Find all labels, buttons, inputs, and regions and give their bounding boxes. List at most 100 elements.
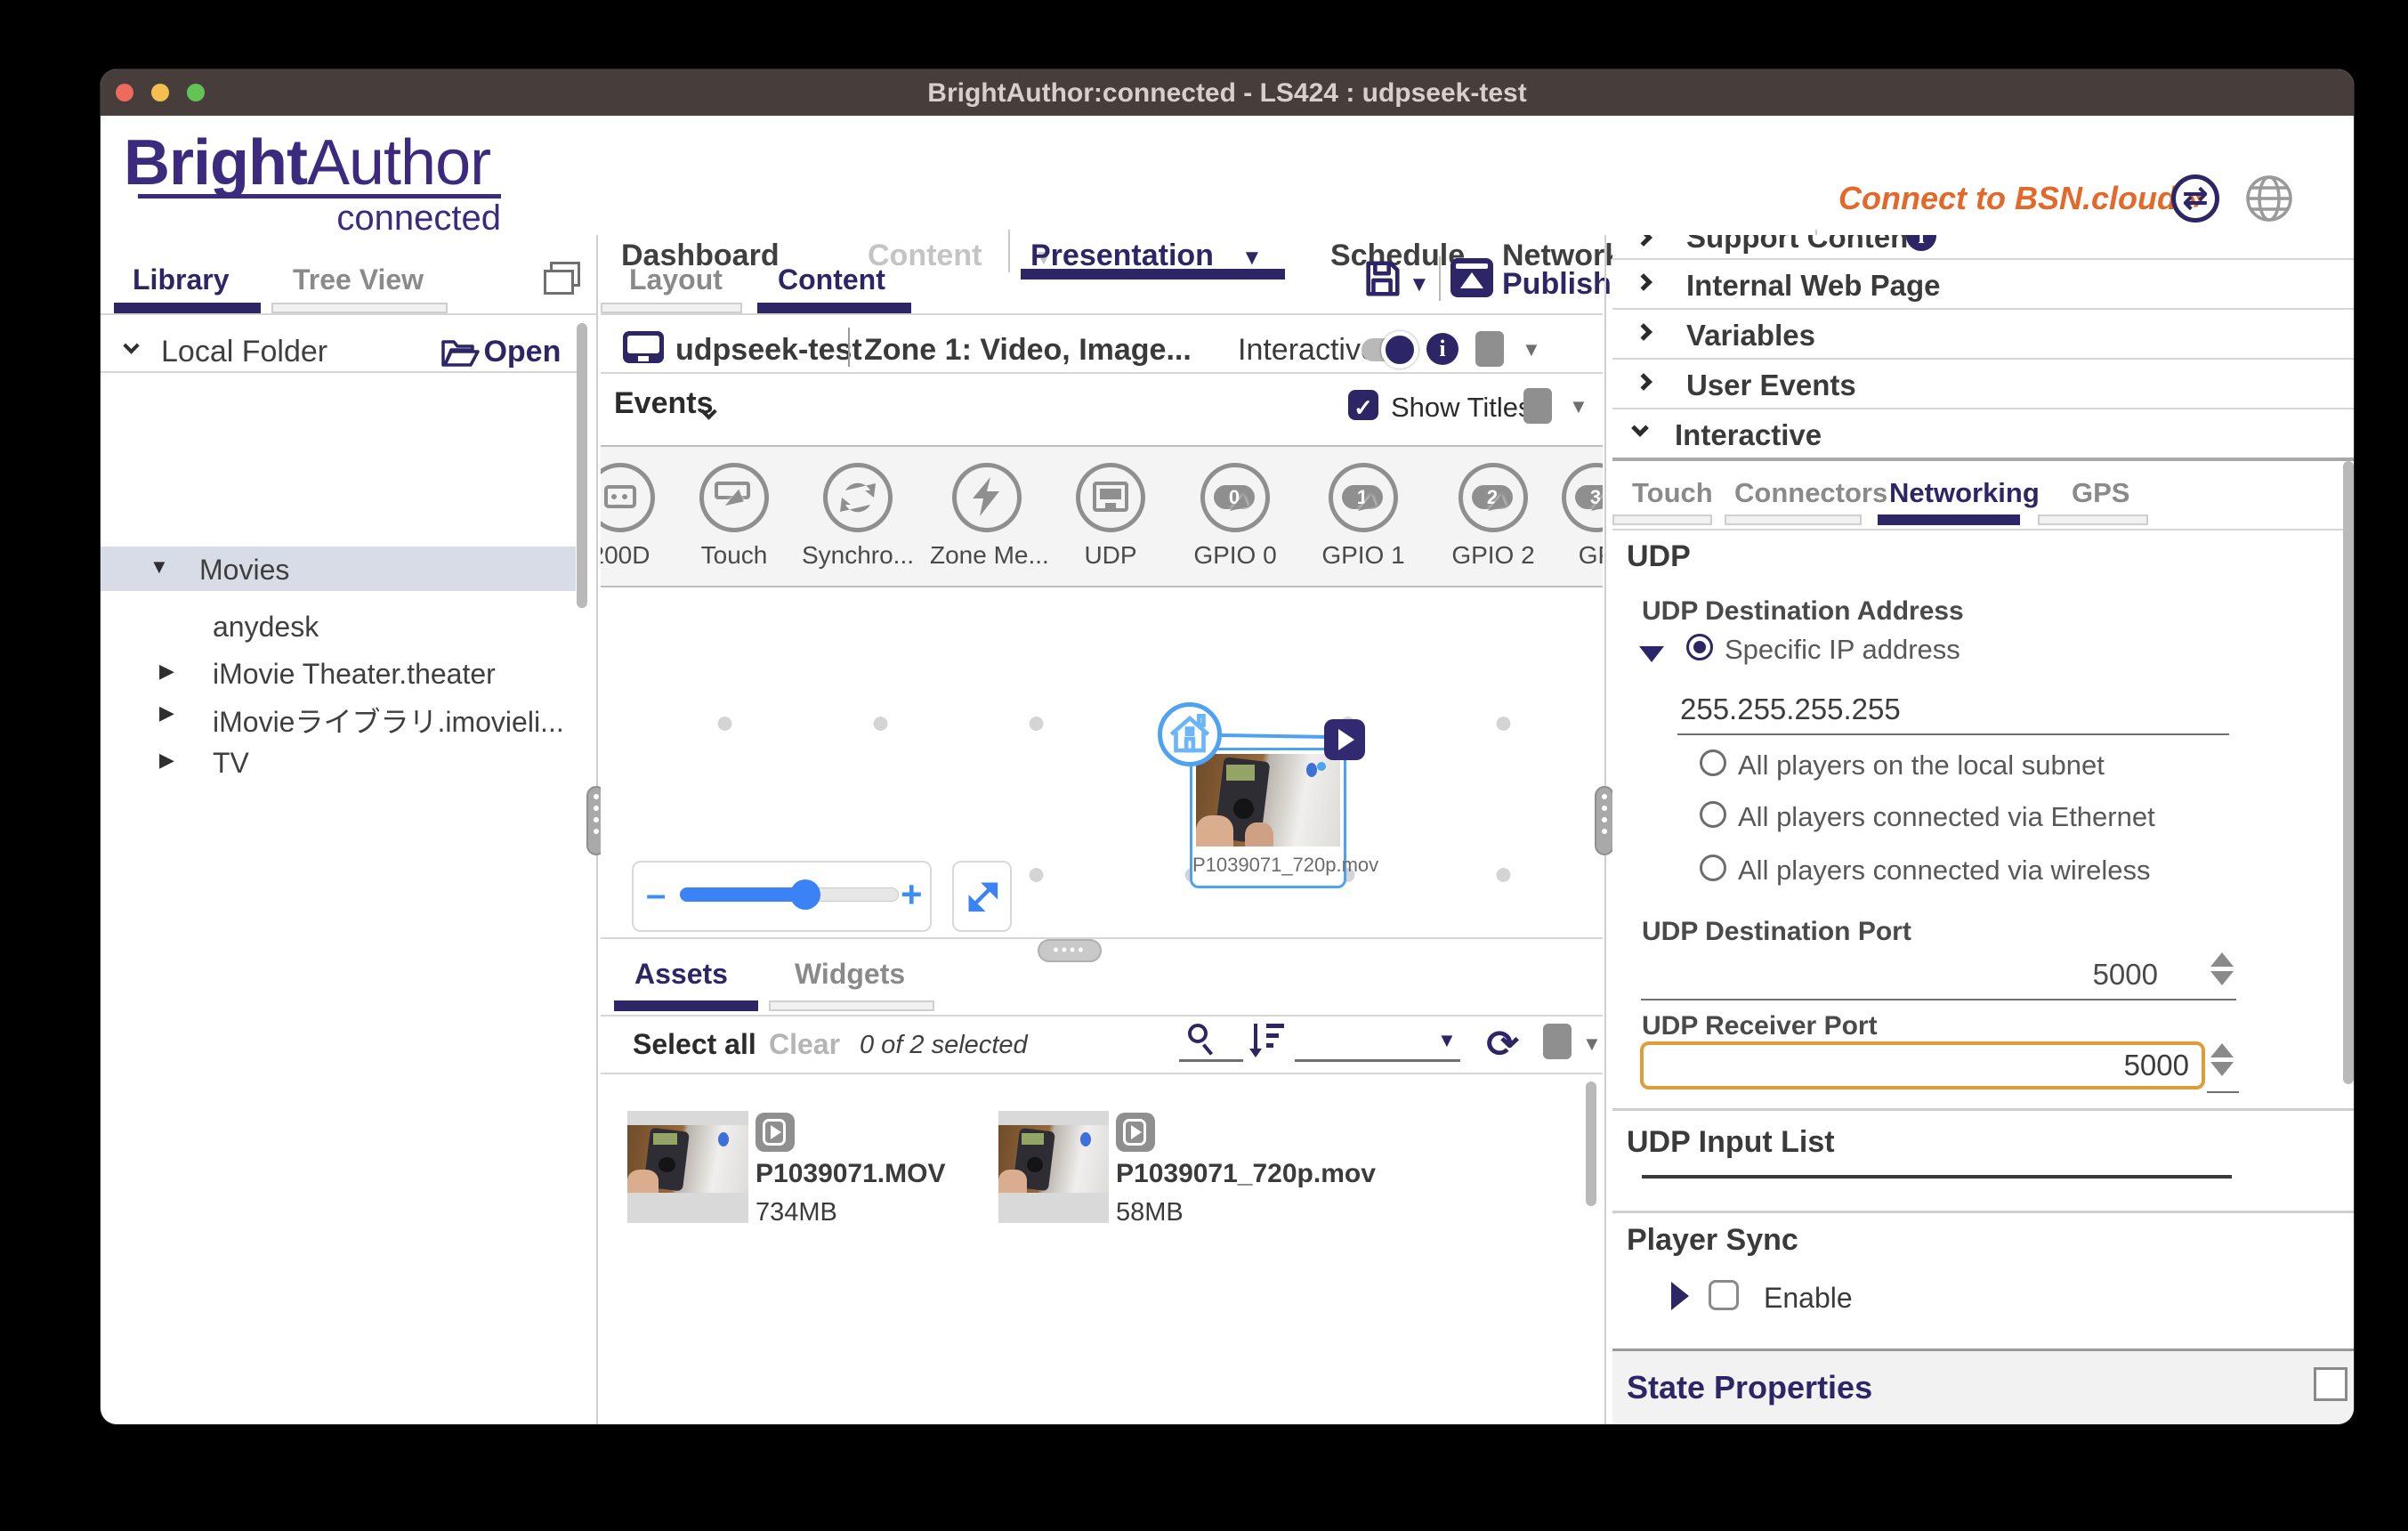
assets-caret-icon[interactable]: ▼ (1582, 1033, 1602, 1056)
asset-thumbnail[interactable] (998, 1111, 1109, 1223)
receiver-port-input[interactable] (1640, 1041, 2205, 1090)
events-color-swatch[interactable] (1523, 388, 1552, 424)
address-collapse-icon[interactable] (1639, 646, 1664, 662)
specific-ip-radio[interactable] (1686, 634, 1713, 660)
home-state-icon[interactable] (1158, 702, 1222, 766)
udp-input-list-field[interactable] (1642, 1175, 2232, 1179)
state-properties-bar[interactable]: State Properties (1612, 1349, 2354, 1424)
events-strip: 200D Touch Synchro... Zone Me... (601, 445, 1603, 587)
tab-assets[interactable]: Assets (634, 958, 728, 991)
video-node-label: P1039071_720p.mov (1192, 854, 1344, 877)
wireless-radio[interactable] (1700, 855, 1726, 881)
event-bp200d[interactable]: 200D (601, 463, 677, 570)
tab-tree-view[interactable]: Tree View (293, 263, 424, 296)
tab-layout[interactable]: Layout (629, 263, 723, 296)
event-zone-message[interactable]: Zone Me... (930, 463, 1044, 570)
ip-address-input[interactable]: 255.255.255.255 (1680, 693, 1901, 726)
presentation-name: udpseek-test (675, 333, 862, 368)
event-gpio2[interactable]: 2 GPIO 2 (1436, 463, 1550, 570)
tab-connectors[interactable]: Connectors (1734, 477, 1887, 509)
enable-checkbox[interactable] (1709, 1280, 1739, 1310)
globe-icon[interactable] (2245, 174, 2293, 223)
tab-content[interactable]: Content (778, 263, 885, 296)
assets-color-swatch[interactable] (1543, 1024, 1572, 1059)
section-user-events[interactable]: User Events (1612, 358, 2354, 408)
section-interactive[interactable]: Interactive (1612, 408, 2354, 458)
publish-button[interactable]: Publish (1502, 267, 1612, 302)
info-icon[interactable]: i (1426, 333, 1459, 365)
tree-expand-icon[interactable]: ▶ (159, 660, 174, 683)
tree-row-tv[interactable]: ▶ TV (101, 747, 576, 786)
section-internal-web-page[interactable]: Internal Web Page (1612, 258, 2354, 308)
tree-expand-icon[interactable]: ▼ (149, 555, 169, 579)
event-label: UDP (1054, 541, 1168, 570)
tree-expand-icon[interactable]: ▶ (159, 701, 174, 725)
event-gpio3[interactable]: 3 GP (1539, 463, 1603, 570)
local-subnet-radio[interactable] (1700, 749, 1726, 776)
assets-resize-handle[interactable]: •••• (1038, 939, 1102, 962)
save-button[interactable] (1362, 258, 1402, 304)
events-caret-icon[interactable]: ▼ (1569, 395, 1588, 418)
open-folder-icon (440, 336, 480, 369)
zoom-in-button[interactable]: + (901, 873, 923, 916)
event-gpio1[interactable]: 1 GPIO 1 (1306, 463, 1420, 570)
zone-label: Zone 1: Video, Image... (864, 333, 1192, 368)
connect-bsn-link[interactable]: Connect to BSN.cloud » (1838, 180, 2203, 217)
title-divider (848, 328, 850, 367)
udp-heading: UDP (1627, 539, 1691, 574)
show-titles-checkbox[interactable]: ✓ (1348, 390, 1378, 420)
section-support-content[interactable]: Support Content i (1612, 235, 2354, 260)
zoom-out-button[interactable]: – (646, 875, 666, 915)
tab-widgets[interactable]: Widgets (795, 958, 905, 991)
zoom-slider-knob[interactable] (790, 879, 820, 910)
zone-color-swatch[interactable] (1475, 331, 1504, 367)
tab-touch[interactable]: Touch (1632, 477, 1713, 509)
publish-icon[interactable] (1450, 258, 1493, 297)
state-properties-popout-icon[interactable] (2314, 1367, 2347, 1401)
tree-row-movies[interactable]: ▼ Movies (101, 547, 576, 591)
event-touch[interactable]: Touch (677, 463, 791, 570)
nav-presentation-caret-icon[interactable]: ▼ (1241, 246, 1263, 271)
open-folder-button[interactable]: Open (440, 335, 561, 369)
local-folder-collapse-icon[interactable] (123, 337, 139, 353)
destination-port-stepper[interactable] (2210, 952, 2234, 985)
transfer-icon[interactable]: ⇄ (2171, 174, 2219, 223)
event-udp[interactable]: UDP (1054, 463, 1168, 570)
ethernet-radio[interactable] (1700, 801, 1726, 828)
filter-dropdown[interactable] (1295, 1059, 1460, 1062)
media-play-icon[interactable] (1324, 719, 1365, 760)
properties-scrollbar[interactable] (2343, 461, 2354, 1084)
zone-caret-icon[interactable]: ▼ (1522, 338, 1541, 361)
refresh-icon[interactable]: ⟳ (1486, 1022, 1519, 1065)
event-label: GP (1539, 541, 1603, 570)
asset-thumbnail[interactable] (627, 1111, 748, 1223)
select-all-button[interactable]: Select all (633, 1028, 756, 1061)
assets-scrollbar[interactable] (1586, 1081, 1596, 1206)
events-label[interactable]: Events (614, 386, 714, 421)
enable-label: Enable (1764, 1282, 1853, 1315)
save-caret-icon[interactable]: ▼ (1409, 272, 1430, 297)
library-scrollbar[interactable] (577, 323, 587, 608)
player-sync-expand-icon[interactable] (1671, 1282, 1689, 1310)
library-panel: Library Tree View Local Folder Open ▼ Mo… (101, 235, 596, 1424)
save-icon (1362, 258, 1402, 299)
panel-toggle-icon[interactable] (550, 262, 580, 287)
event-synchronize[interactable]: Synchro... (801, 463, 915, 570)
event-gpio0[interactable]: 0 GPIO 0 (1178, 463, 1292, 570)
tab-gps[interactable]: GPS (2072, 477, 2129, 509)
tree-row-anydesk[interactable]: anydesk (213, 611, 319, 644)
clear-button[interactable]: Clear (769, 1028, 840, 1061)
tree-expand-icon[interactable]: ▶ (159, 749, 174, 772)
tab-networking[interactable]: Networking (1889, 477, 2040, 509)
destination-port-input[interactable]: 5000 (1980, 958, 2158, 992)
tab-library[interactable]: Library (133, 263, 229, 296)
interactive-toggle[interactable] (1362, 338, 1413, 361)
section-label: Interactive (1675, 418, 1822, 452)
filter-caret-icon[interactable]: ▼ (1437, 1029, 1457, 1052)
section-variables[interactable]: Variables (1612, 308, 2354, 358)
fit-canvas-button[interactable] (952, 861, 1012, 932)
tree-row-imovie-theater[interactable]: ▶ iMovie Theater.theater (101, 658, 576, 697)
right-panel-resize-handle[interactable] (1595, 786, 1614, 855)
receiver-port-stepper[interactable] (2210, 1043, 2234, 1076)
tree-row-imovie-library[interactable]: ▶ iMovieライブラリ.imovieli... (101, 700, 576, 739)
